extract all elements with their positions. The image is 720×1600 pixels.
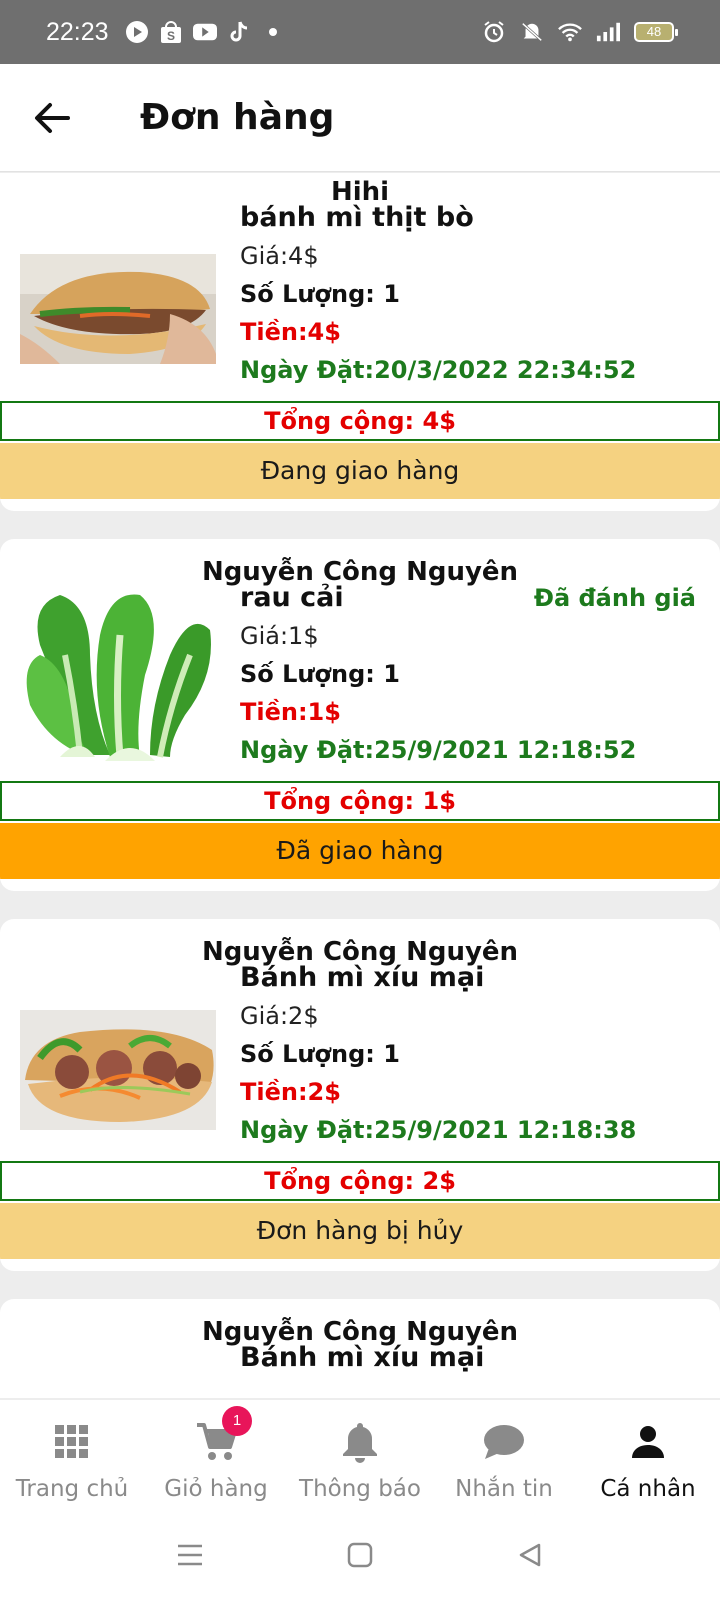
order-status-button[interactable]: Đang giao hàng: [0, 443, 720, 499]
item-quantity: Số Lượng: 1: [240, 1040, 400, 1068]
order-card-top: Hihi bánh mì thịt bò Giá:4$ Số Lượng: 1 …: [0, 173, 720, 397]
alarm-icon: [482, 20, 506, 44]
order-item-info: Bánh mì xíu mại Giá:2$ Số Lượng: 1 Tiền:…: [240, 959, 636, 1149]
rated-label: Đã đánh giá: [533, 584, 696, 612]
item-money: Tiền:1$: [240, 698, 341, 726]
order-item-info: bánh mì thịt bò Giá:4$ Số Lượng: 1 Tiền:…: [240, 199, 636, 389]
item-price: Giá:2$: [240, 1002, 319, 1030]
youtube-icon: [192, 20, 217, 44]
order-card[interactable]: Hihi bánh mì thịt bò Giá:4$ Số Lượng: 1 …: [0, 173, 720, 511]
item-price: Giá:1$: [240, 622, 319, 650]
nav-item-cart[interactable]: 1 Giỏ hàng: [144, 1400, 288, 1510]
nav-label: Cá nhân: [600, 1476, 696, 1502]
nav-label: Giỏ hàng: [164, 1476, 268, 1502]
chat-icon: [482, 1420, 526, 1464]
bottom-navigation: Trang chủ 1 Giỏ hàng Thông báo Nhắn tin …: [0, 1400, 720, 1510]
app-header: Đơn hàng: [0, 64, 720, 172]
cart-badge: 1: [222, 1406, 252, 1436]
order-card-top: Nguyễn Công Nguyên: [0, 919, 720, 1157]
order-card[interactable]: Nguyễn Công Nguyên: [0, 539, 720, 891]
order-card-top: Nguyễn Công Nguyên Bánh mì xíu mại: [0, 1299, 720, 1398]
status-bar: 22:23 S 48: [0, 0, 720, 64]
item-price: Giá:4$: [240, 242, 319, 270]
person-icon: [626, 1420, 670, 1464]
bok-choy-image: [20, 585, 216, 765]
battery-icon: 48: [634, 22, 678, 42]
svg-text:S: S: [167, 29, 175, 43]
status-time: 22:23: [46, 17, 109, 46]
order-total: Tổng cộng: 2$: [0, 1161, 720, 1201]
item-quantity: Số Lượng: 1: [240, 660, 400, 688]
mute-icon: [520, 20, 544, 44]
item-name: Bánh mì xíu mại: [240, 962, 485, 993]
nav-item-messages[interactable]: Nhắn tin: [432, 1400, 576, 1510]
page-title: Đơn hàng: [140, 97, 335, 138]
order-date: Ngày Đặt:20/3/2022 22:34:52: [240, 356, 637, 384]
tiktok-icon: [227, 20, 251, 44]
signal-icon: [596, 20, 620, 44]
order-card[interactable]: Nguyễn Công Nguyên Bánh mì xíu mại: [0, 1299, 720, 1398]
item-money: Tiền:2$: [240, 1078, 341, 1106]
cart-icon: 1: [194, 1406, 252, 1464]
status-system-icons: 48: [482, 20, 678, 44]
order-status-button[interactable]: Đơn hàng bị hủy: [0, 1203, 720, 1259]
item-name: bánh mì thịt bò: [240, 202, 474, 233]
system-navigation-bar: [0, 1510, 720, 1600]
item-money: Tiền:4$: [240, 318, 341, 346]
grid-icon: [50, 1420, 94, 1464]
nav-item-profile[interactable]: Cá nhân: [576, 1400, 720, 1510]
nav-label: Nhắn tin: [455, 1476, 553, 1502]
order-date: Ngày Đặt:25/9/2021 12:18:38: [240, 1116, 637, 1144]
banh-mi-beef-image: [20, 254, 216, 364]
nav-item-home[interactable]: Trang chủ: [0, 1400, 144, 1510]
nav-label: Thông báo: [299, 1476, 421, 1502]
order-item-info: Bánh mì xíu mại: [240, 1339, 484, 1377]
order-status-button[interactable]: Đã giao hàng: [0, 823, 720, 879]
order-card[interactable]: Nguyễn Công Nguyên: [0, 919, 720, 1271]
play-icon: [125, 20, 149, 44]
app-screen: 22:23 S 48 Đơn hàng Hihi bánh mì thịt bò…: [0, 0, 720, 1600]
home-icon[interactable]: [340, 1535, 380, 1575]
status-notification-icons: S: [125, 20, 285, 44]
wifi-icon: [558, 20, 582, 44]
nav-label: Trang chủ: [15, 1476, 129, 1502]
order-date: Ngày Đặt:25/9/2021 12:18:52: [240, 736, 637, 764]
dot-icon: [261, 20, 285, 44]
shop-icon: S: [159, 20, 183, 44]
banh-mi-meatball-image: [20, 1010, 216, 1130]
back-icon[interactable]: [510, 1535, 550, 1575]
order-total: Tổng cộng: 1$: [0, 781, 720, 821]
menu-icon[interactable]: [170, 1535, 210, 1575]
order-card-top: Nguyễn Công Nguyên: [0, 539, 720, 777]
order-total: Tổng cộng: 4$: [0, 401, 720, 441]
arrow-left-icon[interactable]: [26, 92, 78, 144]
item-quantity: Số Lượng: 1: [240, 280, 400, 308]
bell-icon: [338, 1420, 382, 1464]
item-name: Bánh mì xíu mại: [240, 1342, 485, 1373]
nav-item-notifications[interactable]: Thông báo: [288, 1400, 432, 1510]
order-list[interactable]: Hihi bánh mì thịt bò Giá:4$ Số Lượng: 1 …: [0, 173, 720, 1398]
